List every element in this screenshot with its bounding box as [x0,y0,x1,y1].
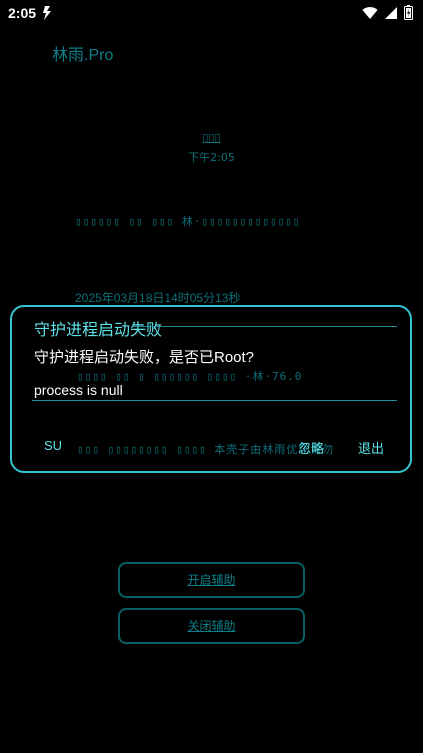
dialog-title: 守护进程启动失败 [34,322,163,339]
enable-assist-button[interactable]: 开启辅助 [118,562,305,598]
battery-icon [404,5,413,20]
dialog-title-divider [132,326,397,327]
disable-assist-button[interactable]: 关闭辅助 [118,608,305,644]
signal-icon [385,6,397,19]
background-time: 下午2:05 [188,151,235,164]
background-info-line: ▯▯▯▯▯▯ ▯▯ ▯▯▯ 林·▯▯▯▯▯▯▯▯▯▯▯▯▯ [75,215,301,228]
exit-button[interactable]: 退出 [358,438,384,457]
status-icons [362,5,413,20]
error-dialog: 守护进程启动失败 守护进程启动失败，是否已Root? ▯▯▯▯ ▯▯ ▯ ▯▯▯… [10,305,412,473]
wifi-icon [362,6,378,19]
dialog-detail: process is null [34,382,123,398]
background-info-line-3: ▯▯▯ ▯▯▯▯▯▯▯▯ ▯▯▯▯ 本壳子由林雨优化请勿 [77,443,335,456]
status-bar: 2:05 [0,0,423,28]
background-glyphs: ▯▯▯ [202,131,221,144]
background-date: 2025年03月18日14时05分13秒 [75,291,241,305]
su-button[interactable]: SU [44,438,62,453]
dialog-divider [32,400,397,401]
dialog-message: 守护进程启动失败，是否已Root? [34,349,255,366]
ignore-button[interactable]: 忽略 [298,438,324,457]
app-title: 林雨.Pro [52,47,114,64]
status-time: 2:05 [8,5,37,21]
app-notification-icon [43,6,51,20]
